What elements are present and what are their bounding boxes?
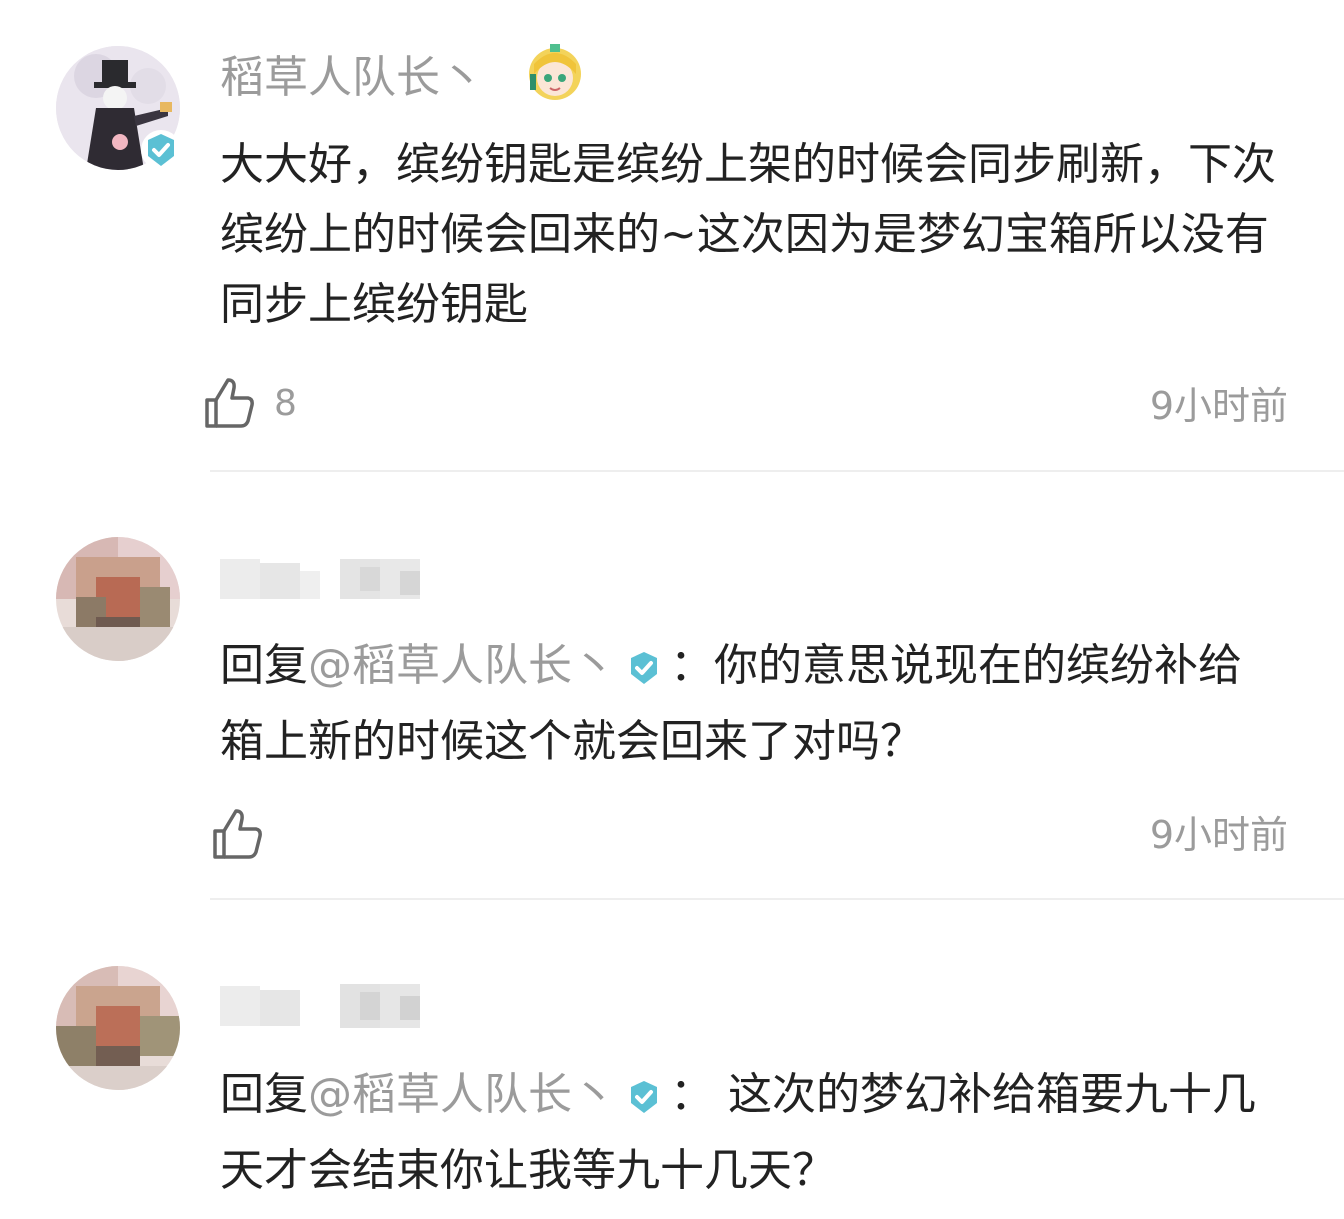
mention-link[interactable]: @稻草人队长丶 (308, 1069, 616, 1120)
timestamp: 9小时前 (1149, 813, 1288, 857)
verified-badge-icon (141, 130, 181, 170)
comment-2: 回复@稻草人队长丶 ：你的意思说现在的缤纷补给箱上新的时候这个就会回来了对吗？ 9… (0, 471, 1344, 899)
avatar[interactable] (56, 966, 180, 1090)
username[interactable]: 稻草人队长丶 (220, 50, 484, 106)
thumbs-up-icon (213, 809, 262, 859)
comment-text: 大大好，缤纷钥匙是缤纷上架的时候会同步刷新，下次缤纷上的时候会回来的~这次因为是… (220, 139, 1276, 330)
comment-text: 回复@稻草人队长丶 ：你的意思说现在的缤纷补给箱上新的时候这个就会回来了对吗？ (220, 631, 1280, 777)
colon: ： (670, 1069, 714, 1120)
comment-text: 回复@稻草人队长丶： 这次的梦幻补给箱要九十几天才会结束你让我等九十几天？ (220, 1060, 1290, 1206)
mention-link[interactable]: @稻草人队长丶 (308, 640, 616, 691)
reply-prefix: 回复 (220, 640, 308, 691)
colon: ： (670, 640, 714, 691)
comment-1: 稻草人队长丶 大大好，缤纷钥匙是缤纷上架的时候会同步刷新，下次缤纷上的时候会回来… (0, 0, 1344, 470)
verified-badge-icon (626, 637, 662, 707)
timestamp: 9小时前 (1149, 384, 1288, 428)
verified-badge-icon (626, 1066, 662, 1136)
username[interactable] (220, 978, 440, 1034)
thumbs-up-icon (205, 378, 254, 428)
like-button[interactable] (212, 807, 264, 865)
pixelated-avatar (56, 966, 180, 1090)
pixelated-avatar (56, 537, 180, 661)
like-button[interactable] (204, 376, 256, 434)
avatar[interactable] (56, 537, 180, 661)
comment-3: 回复@稻草人队长丶： 这次的梦幻补给箱要九十几天才会结束你让我等九十几天？ (0, 900, 1344, 1219)
username[interactable] (220, 551, 440, 603)
reply-prefix: 回复 (220, 1069, 308, 1120)
like-count: 8 (274, 383, 297, 424)
anime-girl-badge-icon (526, 44, 584, 102)
